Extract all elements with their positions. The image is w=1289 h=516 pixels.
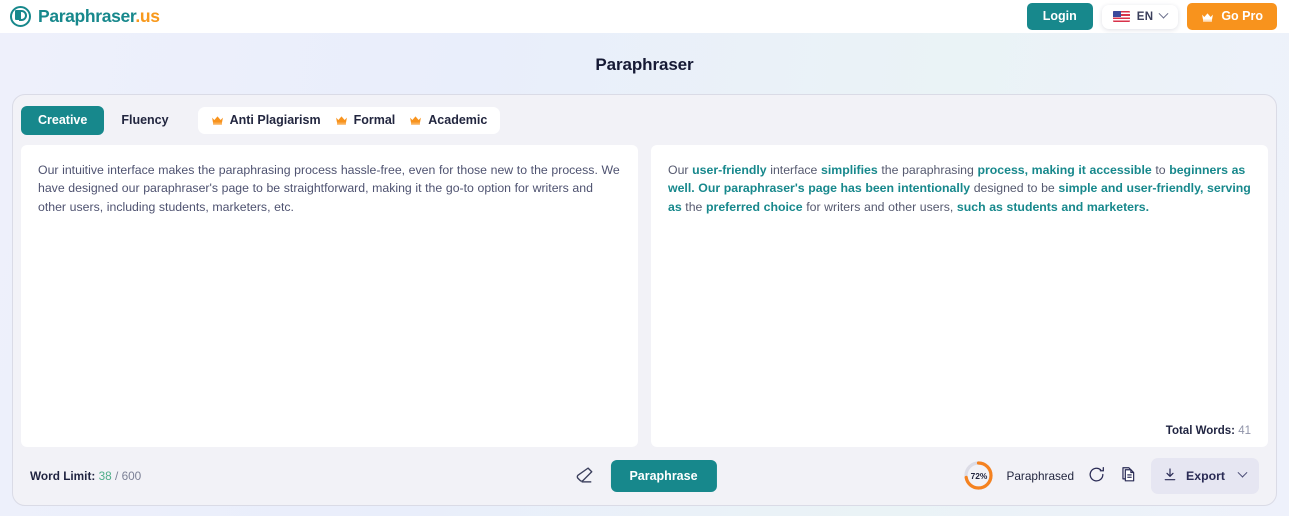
brand-name-text: Paraphraser (38, 6, 136, 26)
paraphraser-card: Creative Fluency Anti Plagiarism Formal … (12, 94, 1277, 506)
download-icon (1162, 467, 1178, 485)
paraphrase-button[interactable]: Paraphrase (610, 459, 717, 493)
top-bar-actions: Login EN Go Pro (1026, 3, 1277, 30)
language-code-label: EN (1136, 10, 1154, 23)
output-plain: Our (668, 162, 693, 177)
premium-modes-group: Anti Plagiarism Formal Academic (197, 107, 501, 134)
input-text[interactable]: Our intuitive interface makes the paraph… (38, 161, 621, 217)
export-label: Export (1186, 468, 1225, 483)
output-plain: the (681, 200, 707, 215)
tab-academic-label: Academic (428, 113, 488, 127)
brand-logo[interactable]: Paraphraser.us (10, 6, 160, 27)
output-highlight: user-friendly (692, 162, 767, 177)
tab-fluency[interactable]: Fluency (104, 106, 185, 135)
paraphraser-logo-icon (10, 6, 31, 27)
total-words-count: 41 (1238, 425, 1251, 437)
crown-icon (1201, 12, 1214, 22)
copy-button[interactable] (1119, 465, 1138, 487)
login-button[interactable]: Login (1026, 3, 1093, 30)
output-highlight: process, making it accessible (977, 162, 1152, 177)
tab-creative[interactable]: Creative (21, 106, 105, 135)
input-panel[interactable]: Our intuitive interface makes the paraph… (21, 144, 638, 447)
crown-icon (409, 115, 422, 125)
top-navigation-bar: Paraphraser.us Login EN Go Pro (0, 0, 1289, 33)
tab-formal-label: Formal (353, 113, 396, 127)
word-limit-used: 38 (98, 469, 112, 483)
refresh-icon (1087, 465, 1106, 487)
editor-panels: Our intuitive interface makes the paraph… (13, 144, 1276, 447)
output-highlight: preferred choice (706, 200, 803, 215)
paraphrased-label: Paraphrased (1006, 468, 1075, 483)
copy-icon (1119, 465, 1138, 487)
export-button[interactable]: Export (1151, 457, 1259, 495)
us-flag-icon (1112, 11, 1130, 22)
output-plain: to (1151, 162, 1170, 177)
crown-icon (335, 115, 348, 125)
output-plain: designed to be (970, 181, 1059, 196)
refresh-button[interactable] (1087, 465, 1106, 487)
progress-percent-label: 72% (970, 470, 988, 481)
go-pro-button[interactable]: Go Pro (1187, 3, 1277, 30)
output-plain: interface (766, 162, 822, 177)
mode-tabs: Creative Fluency Anti Plagiarism Formal … (13, 95, 1276, 145)
output-plain: the paraphrasing (877, 162, 978, 177)
output-highlight: simplifies (821, 162, 878, 177)
toolbar-center-actions: Paraphrase (572, 459, 717, 493)
chevron-down-icon (1158, 8, 1169, 19)
total-words: Total Words: 41 (668, 419, 1251, 437)
language-selector[interactable]: EN (1101, 4, 1179, 29)
tab-academic[interactable]: Academic (409, 114, 487, 127)
word-limit-max: 600 (121, 469, 142, 483)
brand-tld-text: .us (135, 6, 160, 26)
word-limit: Word Limit: 38 / 600 (30, 469, 141, 483)
tab-anti-plagiarism[interactable]: Anti Plagiarism (211, 114, 321, 127)
crown-icon (211, 115, 224, 125)
total-words-label: Total Words: (1165, 425, 1235, 437)
tab-anti-plagiarism-label: Anti Plagiarism (229, 113, 321, 127)
word-limit-label: Word Limit: (30, 469, 96, 483)
output-text: Our user-friendly interface simplifies t… (668, 161, 1251, 217)
brand-name: Paraphraser.us (38, 6, 160, 27)
bottom-toolbar: Word Limit: 38 / 600 Paraphrase 72% Para… (13, 447, 1276, 505)
toolbar-right-actions: 72% Paraphrased Export (964, 457, 1259, 495)
page-title: Paraphraser (595, 55, 694, 74)
go-pro-label: Go Pro (1221, 9, 1263, 24)
chevron-down-icon (1237, 468, 1248, 479)
output-plain: for writers and other users, (802, 200, 957, 215)
word-limit-separator: / (115, 469, 119, 483)
tab-formal[interactable]: Formal (335, 113, 396, 127)
eraser-button[interactable] (572, 464, 594, 489)
output-highlight: such as students and marketers. (956, 200, 1150, 215)
eraser-icon (572, 464, 594, 489)
paraphrased-progress-ring: 72% (964, 461, 994, 491)
output-panel[interactable]: Our user-friendly interface simplifies t… (651, 144, 1268, 447)
